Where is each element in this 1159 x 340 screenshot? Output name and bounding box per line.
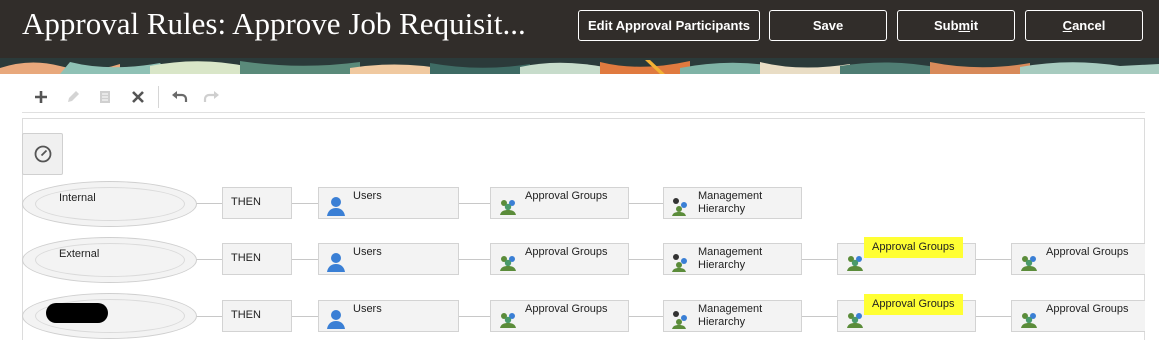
condition-label: Internal [59,192,96,204]
group-icon [1021,313,1037,328]
user-icon [327,310,345,329]
label-line-2: Hierarchy [698,259,746,271]
label-line-1: Management [698,190,763,202]
then-label: THEN [231,309,261,321]
decorative-banner [0,58,1159,74]
redacted-label [46,303,108,323]
save-button[interactable]: Save [769,10,887,41]
step-management-hierarchy[interactable]: Management Hierarchy [663,187,802,219]
then-label: THEN [231,196,261,208]
step-label: Users [353,303,382,315]
submit-button[interactable]: Sub m it [897,10,1015,41]
delete-icon[interactable] [127,86,149,108]
redo-icon[interactable] [200,86,222,108]
step-approval-groups[interactable]: Approval Groups [490,243,629,275]
label-line-1: Management [698,246,763,258]
undo-icon[interactable] [169,86,191,108]
step-label: Users [353,190,382,202]
step-approval-groups-highlighted[interactable]: Approval Groups [837,294,976,332]
step-label: Approval Groups [1046,303,1129,315]
cancel-access-key: C [1062,18,1073,33]
then-node: THEN [222,243,292,275]
step-users[interactable]: Users [318,187,459,219]
edit-icon[interactable] [62,86,84,108]
step-label: Approval Groups [525,246,608,258]
hierarchy-icon [672,311,687,329]
rule-condition-external[interactable]: External [22,237,197,283]
step-label-highlighted: Approval Groups [864,237,963,258]
label-line-2: Hierarchy [698,203,746,215]
step-management-hierarchy[interactable]: Management Hierarchy [663,300,802,332]
cancel-label-end: ancel [1072,18,1106,33]
cancel-button[interactable]: Cancel [1025,10,1143,41]
submit-access-key: m [958,18,971,33]
rule-condition-redacted[interactable] [22,293,197,339]
step-approval-groups[interactable]: Approval Groups [1011,300,1145,332]
then-node: THEN [222,187,292,219]
step-users[interactable]: Users [318,300,459,332]
add-icon[interactable] [30,86,52,108]
step-label: Approval Groups [1046,246,1129,258]
step-label: Management Hierarchy [698,303,762,329]
edit-approval-participants-button[interactable]: Edit Approval Participants [578,10,760,41]
rules-toolbar [22,84,1145,113]
hierarchy-icon [672,198,687,216]
group-icon [847,256,863,271]
oval-inner [35,243,185,277]
oval-inner [35,187,185,221]
label-line-1: Management [698,303,763,315]
toolbar-divider [158,86,159,108]
group-icon [500,200,516,215]
step-label: Management Hierarchy [698,246,762,272]
hierarchy-icon [672,254,687,272]
step-approval-groups[interactable]: Approval Groups [490,187,629,219]
step-management-hierarchy[interactable]: Management Hierarchy [663,243,802,275]
step-approval-groups-highlighted[interactable]: Approval Groups [837,237,976,275]
step-users[interactable]: Users [318,243,459,275]
group-icon [500,313,516,328]
condition-label: External [59,248,100,260]
page-header: Approval Rules: Approve Job Requisit... … [0,0,1159,74]
step-approval-groups[interactable]: Approval Groups [1011,243,1145,275]
then-node: THEN [222,300,292,332]
rule-condition-internal[interactable]: Internal [22,181,197,227]
group-icon [500,256,516,271]
step-label: Management Hierarchy [698,190,762,216]
submit-label-end: it [970,18,979,33]
step-approval-groups[interactable]: Approval Groups [490,300,629,332]
then-label: THEN [231,252,261,264]
user-icon [327,197,345,216]
step-label: Users [353,246,382,258]
group-icon [847,313,863,328]
group-icon [1021,256,1037,271]
page-title: Approval Rules: Approve Job Requisit... [22,6,526,41]
compass-icon[interactable] [22,133,63,175]
step-label: Approval Groups [525,190,608,202]
label-line-2: Hierarchy [698,316,746,328]
step-label-highlighted: Approval Groups [864,294,963,315]
user-icon [327,253,345,272]
step-label: Approval Groups [525,303,608,315]
copy-icon[interactable] [94,86,116,108]
submit-label-start: Sub [933,18,959,33]
